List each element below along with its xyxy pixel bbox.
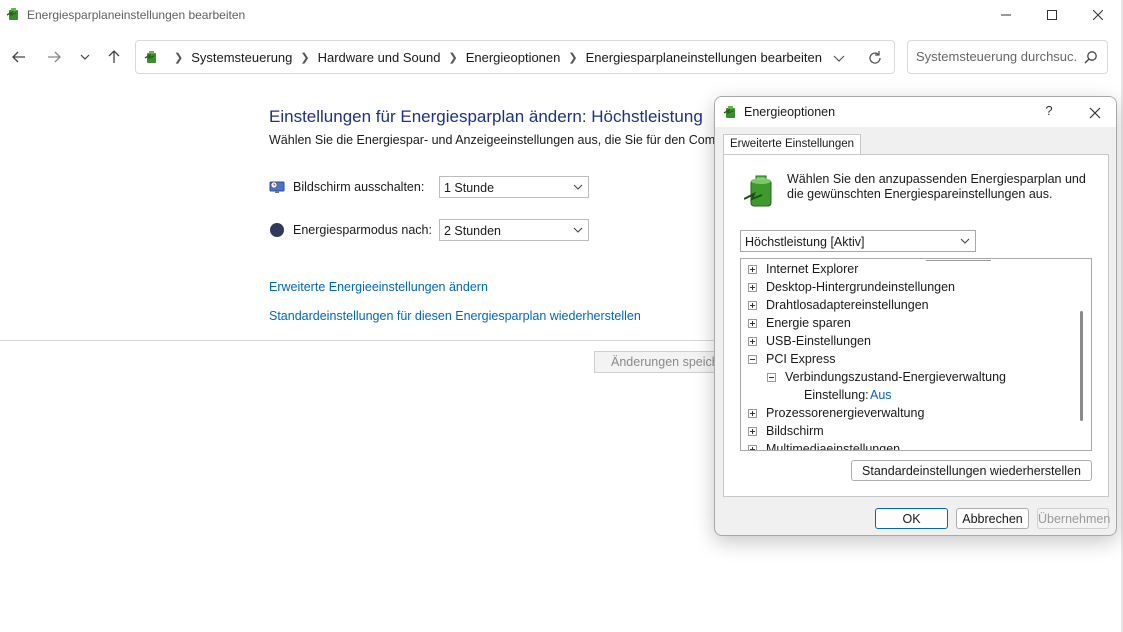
setting-row-display-off: Bildschirm ausschalten: 1 Stunde: [269, 176, 599, 200]
search-box[interactable]: [907, 40, 1108, 74]
tree-item-label: Verbindungszustand-Energieverwaltung: [785, 370, 1006, 384]
dialog-title: Energieoptionen: [744, 105, 836, 119]
forward-button[interactable]: [43, 46, 65, 68]
sleep-label: Energiesparmodus nach:: [293, 223, 432, 237]
help-button[interactable]: ?: [1041, 103, 1057, 121]
expand-icon[interactable]: [748, 265, 757, 274]
address-bar[interactable]: ❯ Systemsteuerung ❯ Hardware und Sound ❯…: [135, 40, 895, 74]
setting-row-sleep: Energiesparmodus nach: 2 Stunden: [269, 219, 599, 243]
back-button[interactable]: [8, 46, 30, 68]
restore-defaults-link[interactable]: Standardeinstellungen für diesen Energie…: [269, 309, 641, 323]
display-off-label: Bildschirm ausschalten:: [293, 180, 425, 194]
arrow-right-icon: [48, 51, 61, 63]
tree-item-label: USB-Einstellungen: [766, 334, 871, 348]
power-options-icon: [6, 8, 18, 20]
power-options-icon: [723, 106, 735, 118]
breadcrumb-separator-icon: ❯: [568, 52, 578, 64]
expand-icon[interactable]: [748, 319, 757, 328]
expand-icon[interactable]: [748, 283, 757, 292]
expand-icon[interactable]: [748, 445, 757, 450]
tree-item-label: Multimediaeinstellungen: [766, 442, 901, 451]
display-off-select[interactable]: 1 Stunde: [439, 176, 589, 198]
tree-item-label: Desktop-Hintergrundeinstellungen: [766, 280, 956, 294]
maximize-icon: [1047, 10, 1057, 20]
dialog-description: Wählen Sie den anzupassenden Energiespar…: [787, 172, 1086, 201]
dialog-close-icon[interactable]: [1085, 103, 1105, 123]
collapse-icon[interactable]: [748, 355, 757, 364]
chevron-down-icon: [80, 54, 90, 60]
breadcrumb-item-systemsteuerung[interactable]: Systemsteuerung: [191, 50, 292, 65]
chevron-down-icon: [573, 227, 583, 233]
arrow-up-icon: [108, 50, 120, 63]
expand-icon[interactable]: [748, 409, 757, 418]
power-options-dialog: Energieoptionen ? Erweiterte Einstellung…: [714, 96, 1117, 536]
recent-locations-button[interactable]: [74, 46, 96, 68]
expand-icon[interactable]: [748, 337, 757, 346]
minimize-button[interactable]: [983, 0, 1029, 30]
advanced-settings-link[interactable]: Erweiterte Energieeinstellungen ändern: [269, 280, 488, 294]
window-title: Energiesparplaneinstellungen bearbeiten: [27, 8, 246, 22]
maximize-button[interactable]: [1029, 0, 1075, 30]
refresh-icon[interactable]: [866, 49, 884, 67]
expand-icon[interactable]: [748, 301, 757, 310]
breadcrumb-item-hardware-und-sound[interactable]: Hardware und Sound: [318, 50, 441, 65]
breadcrumb: ❯ Systemsteuerung ❯ Hardware und Sound ❯…: [166, 50, 822, 65]
power-plan-value: Höchstleistung [Aktiv]: [745, 235, 865, 249]
arrow-left-icon: [12, 51, 25, 63]
breadcrumb-item-energieoptionen[interactable]: Energieoptionen: [466, 50, 561, 65]
tree-item-label: Einstellung:: [804, 388, 869, 402]
ok-button[interactable]: OK: [875, 508, 948, 529]
moon-icon: [270, 223, 284, 237]
tree-item-label: Drahtlosadaptereinstellungen: [766, 298, 929, 312]
breadcrumb-separator-icon: ❯: [448, 52, 458, 64]
settings-tree[interactable]: Internet Explorer Desktop-Hintergrundeins…: [740, 258, 1092, 451]
search-icon[interactable]: [1084, 50, 1098, 64]
tree-item-label: Prozessorenergieverwaltung: [766, 406, 925, 420]
power-options-icon: [144, 51, 156, 63]
up-button[interactable]: [103, 46, 125, 68]
tree-top-marker: [926, 260, 991, 261]
advanced-settings-panel: Wählen Sie den anzupassenden Energiespar…: [723, 154, 1109, 497]
sleep-value: 2 Stunden: [444, 224, 501, 238]
battery-icon: [744, 175, 772, 207]
address-dropdown-icon[interactable]: [831, 50, 847, 66]
power-plan-select[interactable]: Höchstleistung [Aktiv]: [740, 230, 976, 252]
tree-item-label: PCI Express: [766, 352, 836, 366]
dialog-titlebar: Energieoptionen ?: [715, 97, 1116, 127]
tab-advanced-settings[interactable]: Erweiterte Einstellungen: [723, 134, 862, 155]
breadcrumb-separator-icon: ❯: [174, 52, 184, 64]
expand-icon[interactable]: [748, 427, 757, 436]
monitor-icon: [269, 181, 285, 193]
close-button[interactable]: [1075, 0, 1121, 30]
display-off-value: 1 Stunde: [444, 181, 495, 195]
restore-defaults-button[interactable]: Standardeinstellungen wiederherstellen: [851, 460, 1092, 481]
save-changes-button[interactable]: Änderungen speichern: [594, 351, 724, 373]
tree-item-label: Bildschirm: [766, 424, 824, 438]
tree-item-value[interactable]: Aus: [870, 388, 892, 402]
tree-scrollbar[interactable]: [1080, 311, 1083, 421]
search-input[interactable]: [916, 49, 1076, 64]
tree-item-label: Internet Explorer: [766, 262, 859, 276]
close-icon: [1093, 10, 1103, 20]
divider: [0, 340, 714, 341]
window-titlebar: Energiesparplaneinstellungen bearbeiten: [0, 0, 1123, 30]
tree-item-label: Energie sparen: [766, 316, 851, 330]
breadcrumb-item-current[interactable]: Energiesparplaneinstellungen bearbeiten: [586, 50, 822, 65]
minimize-icon: [1001, 14, 1011, 16]
sleep-select[interactable]: 2 Stunden: [439, 219, 589, 241]
apply-button[interactable]: Übernehmen: [1037, 508, 1110, 529]
chevron-down-icon: [960, 238, 970, 244]
breadcrumb-separator-icon: ❯: [300, 52, 310, 64]
cancel-button[interactable]: Abbrechen: [956, 508, 1029, 529]
collapse-icon[interactable]: [767, 373, 776, 382]
page-title: Einstellungen für Energiesparplan ändern…: [269, 107, 703, 126]
chevron-down-icon: [573, 184, 583, 190]
